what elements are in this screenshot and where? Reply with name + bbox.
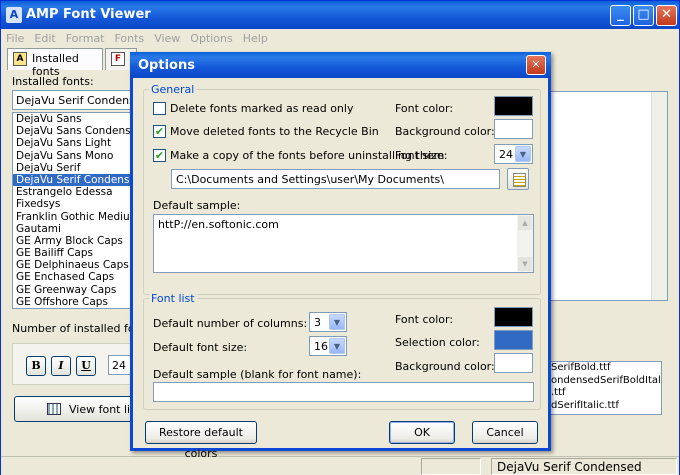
font-list-item[interactable]: GE Army Block Caps [13, 235, 132, 247]
menu-edit[interactable]: Edit [29, 29, 60, 45]
move-recycle-label: Move deleted fonts to the Recycle Bin [170, 125, 379, 138]
title-bar: A AMP Font Viewer _ □ ✕ [1, 1, 679, 29]
dialog-title: Options [130, 52, 551, 78]
file-item[interactable]: ondensedSerifBoldItalic [550, 375, 661, 388]
fl-font-color-label: Font color: [395, 313, 454, 326]
backup-path-field[interactable]: C:\Documents and Settings\user\My Docume… [171, 169, 500, 189]
default-sample-text: httP://en.softonic.com [158, 218, 279, 231]
menu-fonts[interactable]: Fonts [110, 29, 150, 45]
preview-pane[interactable] [549, 91, 668, 301]
selection-color-label: Selection color: [395, 336, 480, 349]
sample-blank-label: Default sample (blank for font name): [153, 368, 362, 381]
preview-scrollbar[interactable] [651, 92, 667, 300]
font-list-item[interactable]: Gautami [13, 223, 132, 235]
font-list-item[interactable]: GE Offshore Caps [13, 296, 132, 308]
status-section-empty [421, 458, 481, 475]
font-size-value: 24 [499, 148, 513, 161]
checkbox-box[interactable]: ✔ [153, 149, 166, 162]
dialog-close-button[interactable]: ✕ [526, 55, 546, 75]
general-font-color-swatch[interactable] [494, 96, 533, 116]
font-list-item[interactable]: DejaVu Sans Light [13, 137, 132, 149]
bold-button[interactable]: B [26, 356, 46, 376]
scroll-up-icon[interactable]: ▲ [518, 216, 532, 230]
file-item[interactable]: .ttf [550, 387, 661, 400]
columns-combo[interactable]: 3 ▼ [309, 312, 347, 332]
default-size-value: 16 [314, 340, 328, 353]
menu-view[interactable]: View [149, 29, 185, 45]
file-item[interactable]: dSerifItalic.ttf [550, 400, 661, 413]
chevron-down-icon[interactable]: ▼ [329, 314, 345, 330]
installed-fonts-label: Installed fonts: [12, 75, 94, 88]
status-bar: DejaVu Serif Condensed [1, 456, 679, 475]
selected-font-field[interactable]: DejaVu Serif Condensed [12, 90, 131, 110]
default-sample-textarea[interactable]: httP://en.softonic.com ▲ ▼ [153, 214, 534, 273]
checkbox-box[interactable]: ✔ [153, 125, 166, 138]
delete-readonly-label: Delete fonts marked as read only [170, 102, 354, 115]
font-list-item[interactable]: Franklin Gothic Medium [13, 211, 132, 223]
general-bg-color-swatch[interactable] [494, 119, 533, 139]
font-list-item[interactable]: DejaVu Serif [13, 162, 132, 174]
menu-options[interactable]: Options [185, 29, 237, 45]
close-button[interactable]: ✕ [656, 5, 677, 26]
general-legend: General [149, 83, 197, 96]
fl-bg-color-label: Background color: [395, 360, 495, 373]
columns-value: 3 [314, 316, 321, 329]
default-size-combo[interactable]: 16 ▼ [309, 336, 347, 356]
checkbox-box[interactable] [153, 102, 166, 115]
underline-button[interactable]: U [76, 356, 96, 376]
scroll-down-icon[interactable]: ▼ [518, 257, 532, 271]
maximize-button[interactable]: □ [633, 5, 654, 26]
chevron-down-icon[interactable]: ▼ [329, 338, 345, 354]
chevron-down-icon[interactable]: ▼ [515, 146, 531, 162]
general-font-color-label: Font color: [395, 102, 454, 115]
restore-default-colors-button[interactable]: Restore default colors [145, 421, 257, 460]
font-list-item[interactable]: Estrangelo Edessa [13, 186, 132, 198]
font-list-item[interactable]: GE Enchased Caps [13, 271, 132, 283]
font-list-item[interactable]: DejaVu Sans [13, 113, 132, 125]
default-size-label: Default font size: [153, 341, 248, 354]
minimize-button[interactable]: _ [610, 5, 631, 26]
menu-help[interactable]: Help [238, 29, 273, 45]
menu-bar: File Edit Format Fonts View Options Help [1, 29, 679, 48]
selection-color-swatch[interactable] [494, 330, 533, 350]
ok-button[interactable]: OK [389, 421, 455, 444]
status-font-name: DejaVu Serif Condensed [491, 458, 677, 475]
cancel-button[interactable]: Cancel [472, 421, 538, 444]
menu-file[interactable]: File [1, 29, 29, 45]
general-bg-color-label: Background color: [395, 125, 495, 138]
file-item[interactable]: SerifBold.ttf [550, 362, 661, 375]
font-list[interactable]: DejaVu Sans DejaVu Sans Condensed DejaVu S… [12, 112, 133, 309]
fl-font-color-swatch[interactable] [494, 307, 533, 327]
installed-fonts-icon: A [13, 52, 27, 66]
fontlist-sample-field[interactable] [153, 382, 534, 402]
font-list-item[interactable]: GE Greenway Caps [13, 284, 132, 296]
browse-folder-button[interactable] [507, 168, 529, 190]
sample-scrollbar[interactable]: ▲ ▼ [517, 215, 533, 272]
italic-button[interactable]: I [51, 356, 71, 376]
file-list[interactable]: SerifBold.ttf ondensedSerifBoldItalic .t… [549, 361, 662, 415]
font-list-item[interactable]: DejaVu Sans Condensed [13, 125, 132, 137]
list-view-icon [47, 403, 61, 415]
font-size-label: Font size: [395, 149, 448, 162]
font-size-combo[interactable]: 24 ▼ [494, 144, 533, 164]
font-list-item[interactable]: GE Delphinaeus Caps [13, 259, 132, 271]
columns-label: Default number of columns: [153, 317, 308, 330]
tab-installed-fonts[interactable]: A Installed fonts [7, 48, 103, 78]
font-list-item[interactable]: Fixedsys [13, 198, 132, 210]
options-dialog: Options ✕ General Delete fonts marked as… [130, 52, 551, 460]
menu-format[interactable]: Format [61, 29, 110, 45]
font-list-item[interactable]: DejaVu Serif Condensed [13, 173, 132, 187]
default-sample-label: Default sample: [153, 199, 241, 212]
fontlist-legend: Font list [149, 292, 197, 305]
view-font-list-label: View font list ... [69, 403, 132, 416]
app-icon: A [6, 7, 22, 23]
fl-bg-color-swatch[interactable] [494, 353, 533, 373]
view-font-list-button[interactable]: View font list ... [14, 396, 133, 422]
font-list-item[interactable]: GE Bailiff Caps [13, 247, 132, 259]
font-file-icon: F [111, 52, 125, 66]
window-title: AMP Font Viewer [26, 7, 151, 22]
font-list-item[interactable]: DejaVu Sans Mono [13, 150, 132, 162]
